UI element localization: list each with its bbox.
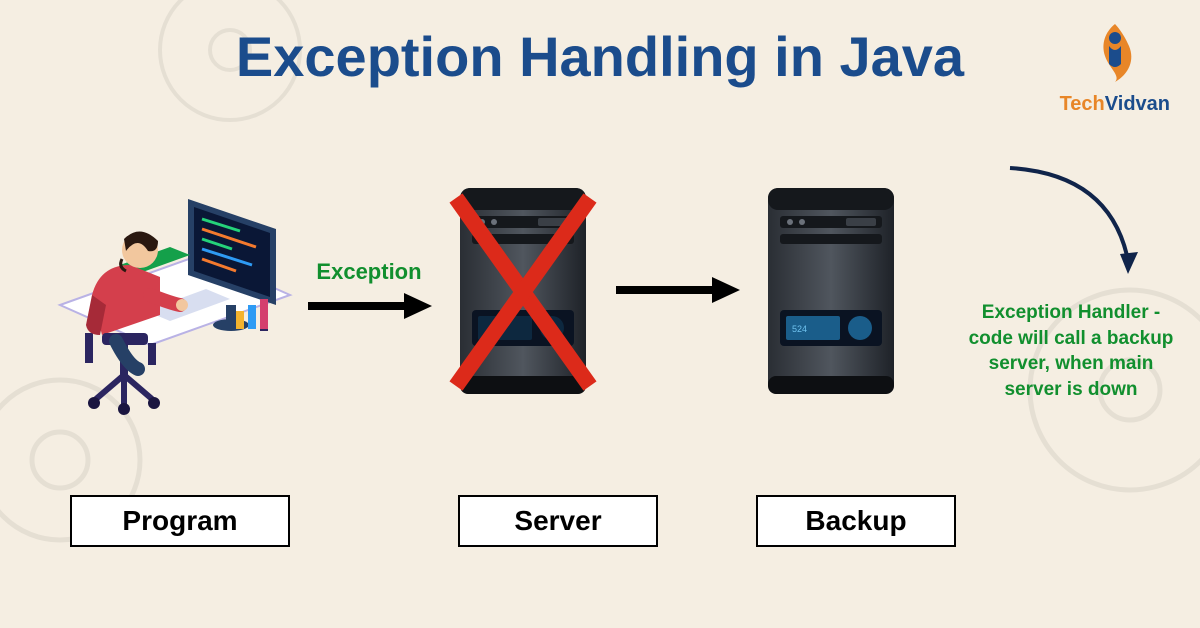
logo-glyph-icon	[1085, 20, 1145, 84]
server-tower-icon	[438, 170, 608, 410]
arrow-server-to-backup	[612, 275, 742, 305]
label-backup: Backup	[756, 495, 956, 547]
brand-logo: TechVidvan	[1060, 20, 1170, 116]
programmer-illustration	[30, 155, 300, 425]
arrow-label-exception: Exception	[316, 259, 421, 285]
brand-name: TechVidvan	[1060, 93, 1170, 116]
labels-row: Program Server Backup	[30, 495, 1170, 555]
arrow-right-icon	[612, 275, 742, 305]
svg-text:524: 524	[792, 324, 807, 334]
arrow-right-icon	[304, 291, 434, 321]
programmer-icon	[30, 155, 300, 425]
label-server: Server	[458, 495, 658, 547]
server-down-illustration	[438, 170, 608, 410]
curved-arrow-icon	[990, 150, 1160, 290]
handler-description: Exception Handler - code will call a bac…	[966, 300, 1176, 403]
arrow-program-to-server: Exception	[304, 259, 434, 321]
backup-server-illustration: 524	[746, 170, 916, 410]
label-program: Program	[70, 495, 290, 547]
server-tower-icon: 524	[746, 170, 916, 410]
page-title: Exception Handling in Java	[236, 24, 964, 89]
